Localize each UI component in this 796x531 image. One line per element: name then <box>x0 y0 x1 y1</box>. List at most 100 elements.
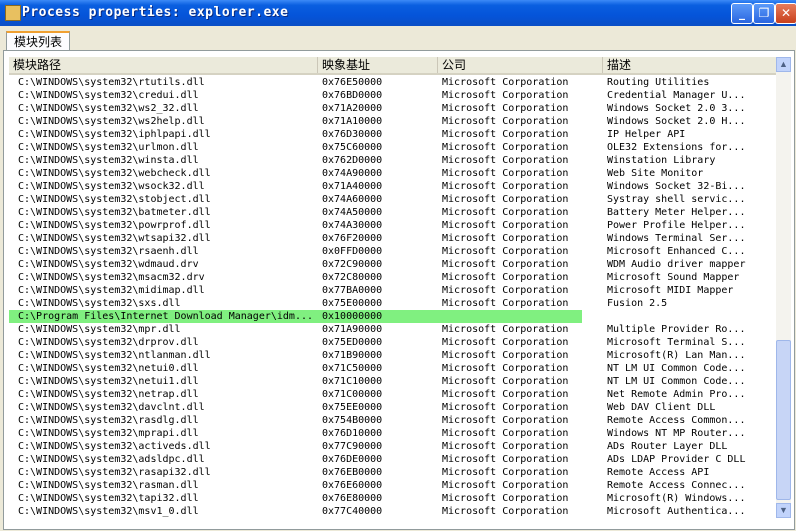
company-cell: Microsoft Corporation <box>442 90 569 101</box>
table-row[interactable]: C:\WINDOWS\system32\rsaenh.dll 0x0FFD0000… <box>9 245 776 258</box>
title-bar[interactable]: Process properties: explorer.exe _ ❐ ✕ <box>0 0 796 26</box>
description-cell: Remote Access API <box>607 467 710 478</box>
description-cell: Microsoft(R) Windows... <box>607 493 746 504</box>
module-path-cell: C:\WINDOWS\system32\tapi32.dll <box>18 493 199 504</box>
image-base-cell: 0x76E60000 <box>322 480 383 491</box>
table-row[interactable]: C:\WINDOWS\system32\mpr.dll 0x71A90000 Mic… <box>9 323 776 336</box>
table-row[interactable]: C:\WINDOWS\system32\rasman.dll 0x76E60000… <box>9 479 776 492</box>
table-row[interactable]: C:\WINDOWS\system32\netui0.dll 0x71C50000… <box>9 362 776 375</box>
image-base-cell: 0x75EE0000 <box>322 402 383 413</box>
minimize-button[interactable]: _ <box>731 3 753 24</box>
module-path-cell: C:\WINDOWS\system32\msv1_0.dll <box>18 506 199 517</box>
image-base-cell: 0x76F20000 <box>322 233 383 244</box>
description-cell: Windows NT MP Router... <box>607 428 746 439</box>
module-path-cell: C:\WINDOWS\system32\rasman.dll <box>18 480 199 491</box>
table-row[interactable]: C:\WINDOWS\system32\netui1.dll 0x71C10000… <box>9 375 776 388</box>
description-cell: Microsoft MIDI Mapper <box>607 285 734 296</box>
description-cell: Net Remote Admin Pro... <box>607 389 746 400</box>
module-list[interactable]: C:\WINDOWS\system32\rtutils.dll 0x76E5000… <box>9 76 776 518</box>
table-row[interactable]: C:\WINDOWS\system32\msv1_0.dll 0x77C40000… <box>9 505 776 518</box>
table-row[interactable]: C:\WINDOWS\system32\ntlanman.dll 0x71B900… <box>9 349 776 362</box>
image-base-cell: 0x72C90000 <box>322 259 383 270</box>
module-path-cell: C:\WINDOWS\system32\sxs.dll <box>18 298 181 309</box>
table-row[interactable]: C:\WINDOWS\system32\batmeter.dll 0x74A500… <box>9 206 776 219</box>
module-path-cell: C:\WINDOWS\system32\credui.dll <box>18 90 199 101</box>
image-base-cell: 0x74A30000 <box>322 220 383 231</box>
module-path-cell: C:\WINDOWS\system32\netui1.dll <box>18 376 199 387</box>
image-base-cell: 0x77C40000 <box>322 506 383 517</box>
tab-strip: 模块列表 <box>0 26 796 53</box>
image-base-cell: 0x74A50000 <box>322 207 383 218</box>
company-cell: Microsoft Corporation <box>442 350 569 361</box>
table-row[interactable]: C:\WINDOWS\system32\davclnt.dll 0x75EE000… <box>9 401 776 414</box>
image-base-cell: 0x75C60000 <box>322 142 383 153</box>
table-row[interactable]: C:\WINDOWS\system32\ws2_32.dll 0x71A20000… <box>9 102 776 115</box>
company-cell: Microsoft Corporation <box>442 389 569 400</box>
image-base-cell: 0x71B90000 <box>322 350 383 361</box>
table-row[interactable]: C:\WINDOWS\system32\netrap.dll 0x71C00000… <box>9 388 776 401</box>
description-cell: Microsoft Terminal S... <box>607 337 746 348</box>
table-row[interactable]: C:\WINDOWS\system32\powrprof.dll 0x74A300… <box>9 219 776 232</box>
vertical-scrollbar[interactable]: ▲ ▼ <box>776 57 791 518</box>
table-row[interactable]: C:\WINDOWS\system32\stobject.dll 0x74A600… <box>9 193 776 206</box>
module-path-cell: C:\WINDOWS\system32\wsock32.dll <box>18 181 205 192</box>
scroll-thumb[interactable] <box>776 340 791 500</box>
description-cell: Multiple Provider Ro... <box>607 324 746 335</box>
table-row[interactable]: C:\WINDOWS\system32\tapi32.dll 0x76E80000… <box>9 492 776 505</box>
image-base-cell: 0x71C00000 <box>322 389 383 400</box>
description-cell: Power Profile Helper... <box>607 220 746 231</box>
close-button[interactable]: ✕ <box>775 3 796 24</box>
table-row[interactable]: C:\WINDOWS\system32\rasapi32.dll 0x76EB00… <box>9 466 776 479</box>
image-base-cell: 0x76D30000 <box>322 129 383 140</box>
module-path-cell: C:\WINDOWS\system32\activeds.dll <box>18 441 211 452</box>
image-base-cell: 0x75E00000 <box>322 298 383 309</box>
table-row[interactable]: C:\WINDOWS\system32\urlmon.dll 0x75C60000… <box>9 141 776 154</box>
company-cell: Microsoft Corporation <box>442 376 569 387</box>
column-header-description[interactable]: 描述 <box>603 57 776 73</box>
company-cell: Microsoft Corporation <box>442 298 569 309</box>
company-cell: Microsoft Corporation <box>442 207 569 218</box>
module-path-cell: C:\WINDOWS\system32\ntlanman.dll <box>18 350 211 361</box>
maximize-button[interactable]: ❐ <box>753 3 775 24</box>
table-row[interactable]: C:\WINDOWS\system32\wsock32.dll 0x71A4000… <box>9 180 776 193</box>
table-row[interactable]: C:\WINDOWS\system32\iphlpapi.dll 0x76D300… <box>9 128 776 141</box>
table-row[interactable]: C:\WINDOWS\system32\webcheck.dll 0x74A900… <box>9 167 776 180</box>
app-icon <box>5 5 21 21</box>
module-path-cell: C:\WINDOWS\system32\drprov.dll <box>18 337 199 348</box>
module-path-cell: C:\WINDOWS\system32\powrprof.dll <box>18 220 211 231</box>
module-path-cell: C:\WINDOWS\system32\batmeter.dll <box>18 207 211 218</box>
module-path-cell: C:\WINDOWS\system32\rsaenh.dll <box>18 246 199 257</box>
module-path-cell: C:\WINDOWS\system32\adsldpc.dll <box>18 454 205 465</box>
column-header-company[interactable]: 公司 <box>438 57 603 73</box>
company-cell: Microsoft Corporation <box>442 103 569 114</box>
table-row[interactable]: C:\WINDOWS\system32\wdmaud.drv 0x72C90000… <box>9 258 776 271</box>
table-row[interactable]: C:\WINDOWS\system32\wtsapi32.dll 0x76F200… <box>9 232 776 245</box>
description-cell: Routing Utilities <box>607 77 710 88</box>
table-row[interactable]: C:\WINDOWS\system32\activeds.dll 0x77C900… <box>9 440 776 453</box>
table-row[interactable]: C:\WINDOWS\system32\drprov.dll 0x75ED0000… <box>9 336 776 349</box>
table-row[interactable]: C:\WINDOWS\system32\mprapi.dll 0x76D10000… <box>9 427 776 440</box>
module-path-cell: C:\Program Files\Internet Download Manag… <box>18 311 314 322</box>
company-cell: Microsoft Corporation <box>442 285 569 296</box>
scroll-down-icon[interactable]: ▼ <box>776 503 791 518</box>
table-row[interactable]: C:\WINDOWS\system32\adsldpc.dll 0x76DE000… <box>9 453 776 466</box>
table-row[interactable]: C:\WINDOWS\system32\msacm32.drv 0x72C8000… <box>9 271 776 284</box>
table-row[interactable]: C:\WINDOWS\system32\credui.dll 0x76BD0000… <box>9 89 776 102</box>
table-row[interactable]: C:\Program Files\Internet Download Manag… <box>9 310 776 323</box>
description-cell: Microsoft(R) Lan Man... <box>607 350 746 361</box>
table-row[interactable]: C:\WINDOWS\system32\sxs.dll 0x75E00000 Mic… <box>9 297 776 310</box>
module-path-cell: C:\WINDOWS\system32\mpr.dll <box>18 324 181 335</box>
table-row[interactable]: C:\WINDOWS\system32\winsta.dll 0x762D0000… <box>9 154 776 167</box>
scroll-up-icon[interactable]: ▲ <box>776 57 791 72</box>
column-header-base[interactable]: 映象基址 <box>318 57 438 73</box>
company-cell: Microsoft Corporation <box>442 168 569 179</box>
company-cell: Microsoft Corporation <box>442 441 569 452</box>
table-row[interactable]: C:\WINDOWS\system32\midimap.dll 0x77BA000… <box>9 284 776 297</box>
module-path-cell: C:\WINDOWS\system32\mprapi.dll <box>18 428 199 439</box>
table-row[interactable]: C:\WINDOWS\system32\rtutils.dll 0x76E5000… <box>9 76 776 89</box>
table-row[interactable]: C:\WINDOWS\system32\rasdlg.dll 0x754B0000… <box>9 414 776 427</box>
column-header-path[interactable]: 模块路径 <box>9 57 318 73</box>
image-base-cell: 0x76E80000 <box>322 493 383 504</box>
table-row[interactable]: C:\WINDOWS\system32\ws2help.dll 0x71A1000… <box>9 115 776 128</box>
module-path-cell: C:\WINDOWS\system32\netui0.dll <box>18 363 199 374</box>
